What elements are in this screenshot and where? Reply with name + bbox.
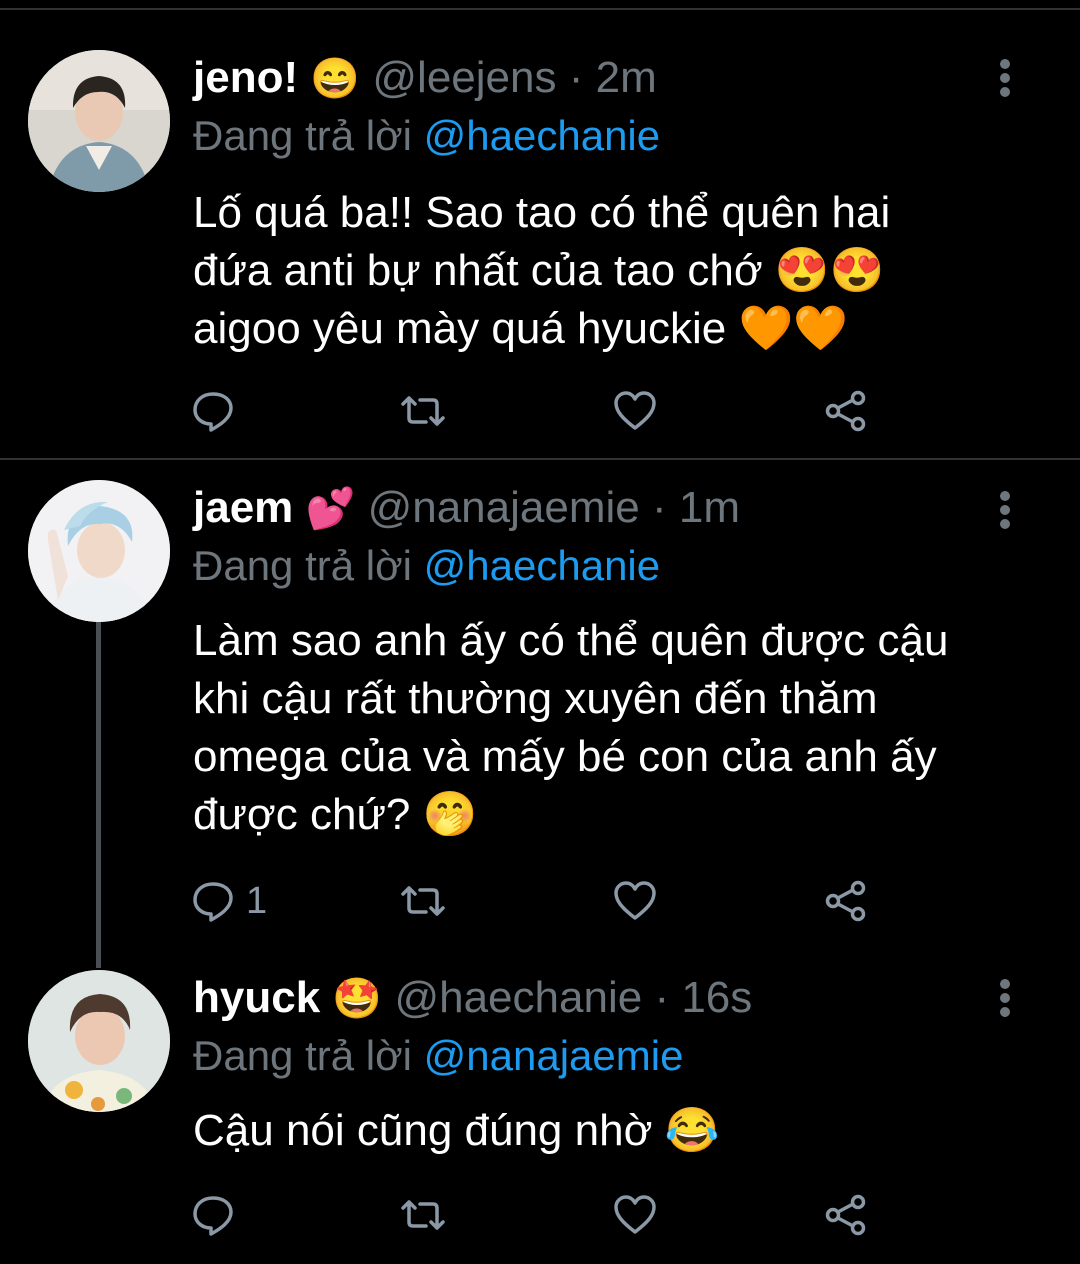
tweet-text: Làm sao anh ấy có thể quên được cậu khi … (193, 612, 1033, 844)
avatar[interactable] (28, 50, 170, 192)
name-emoji: 💕 (305, 487, 356, 531)
like-button[interactable] (612, 876, 658, 926)
avatar[interactable] (28, 970, 170, 1112)
tweet-actions (190, 1190, 890, 1240)
tweet-header: jaem 💕 @nanajaemie · 1m (193, 480, 740, 537)
timestamp[interactable]: 1m (679, 483, 740, 532)
separator-dot: · (651, 483, 667, 532)
tweet-text-line: khi cậu rất thường xuyên đến thăm (193, 674, 878, 723)
retweet-icon (401, 886, 445, 916)
share-button[interactable] (823, 1190, 869, 1240)
tweet-text-line: đứa anti bự nhất của tao chớ 😍😍 (193, 246, 885, 295)
name-emoji: 😄 (310, 57, 361, 101)
separator-dot: · (568, 53, 584, 102)
display-name[interactable]: jeno! (193, 53, 298, 102)
timestamp[interactable]: 2m (596, 53, 657, 102)
replying-to: Đang trả lời @nanajaemie (193, 1028, 683, 1084)
name-emoji: 🤩 (332, 977, 383, 1021)
reply-count: 1 (246, 879, 268, 922)
reply-mention[interactable]: @haechanie (424, 542, 660, 589)
tweet-text-line: Làm sao anh ấy có thể quên được cậu (193, 616, 949, 665)
retweet-button[interactable] (400, 386, 446, 436)
avatar[interactable] (28, 480, 170, 622)
display-name[interactable]: hyuck (193, 973, 320, 1022)
separator-dot: · (654, 973, 670, 1022)
replying-to-label: Đang trả lời (193, 1032, 412, 1079)
user-handle[interactable]: @haechanie (394, 973, 642, 1022)
display-name[interactable]: jaem (193, 483, 293, 532)
like-icon (614, 1195, 656, 1234)
timestamp[interactable]: 16s (681, 973, 752, 1022)
share-icon (825, 390, 866, 432)
reply-button[interactable] (190, 386, 246, 436)
tweet-text-line: omega của và mấy bé con của anh ấy (193, 732, 937, 781)
share-button[interactable] (823, 876, 869, 926)
tweet-text: Lố quá ba!! Sao tao có thể quên hai đứa … (193, 184, 1033, 358)
tweet-header: jeno! 😄 @leejens · 2m (193, 50, 657, 107)
reply-mention[interactable]: @nanajaemie (424, 1032, 684, 1079)
replying-to-label: Đang trả lời (193, 542, 412, 589)
more-options-icon[interactable] (990, 978, 1020, 1018)
more-options-icon[interactable] (990, 58, 1020, 98)
retweet-icon (401, 1200, 445, 1230)
reply-mention[interactable]: @haechanie (424, 112, 660, 159)
share-button[interactable] (823, 386, 869, 436)
reply-button[interactable]: 1 (190, 876, 267, 926)
user-handle[interactable]: @nanajaemie (368, 483, 640, 532)
reply-icon (193, 392, 233, 432)
tweet-actions (190, 386, 890, 436)
replying-to: Đang trả lời @haechanie (193, 108, 660, 164)
tweet-text-line: Cậu nói cũng đúng nhờ 😂 (193, 1106, 720, 1155)
tweet-text-line: được chứ? 🤭 (193, 790, 478, 839)
reply-icon (193, 1196, 233, 1236)
tweet-text: Cậu nói cũng đúng nhờ 😂 (193, 1102, 1033, 1160)
reply-icon (193, 882, 233, 922)
like-button[interactable] (612, 386, 658, 436)
more-options-icon[interactable] (990, 490, 1020, 530)
retweet-button[interactable] (400, 876, 446, 926)
replying-to-label: Đang trả lời (193, 112, 412, 159)
reply-button[interactable] (190, 1190, 246, 1240)
like-icon (614, 391, 656, 430)
tweet-text-line: Lố quá ba!! Sao tao có thể quên hai (193, 188, 891, 237)
share-icon (825, 1194, 866, 1236)
tweet-divider (0, 458, 1080, 460)
share-icon (825, 880, 866, 922)
like-button[interactable] (612, 1190, 658, 1240)
retweet-button[interactable] (400, 1190, 446, 1240)
tweet-text-line: aigoo yêu mày quá hyuckie 🧡🧡 (193, 304, 849, 353)
user-handle[interactable]: @leejens (372, 53, 556, 102)
top-divider (0, 8, 1080, 10)
replying-to: Đang trả lời @haechanie (193, 538, 660, 594)
tweet-actions: 1 (190, 876, 890, 926)
tweet-header: hyuck 🤩 @haechanie · 16s (193, 970, 752, 1027)
like-icon (614, 881, 656, 920)
thread-connector (96, 620, 101, 968)
retweet-icon (401, 396, 445, 426)
